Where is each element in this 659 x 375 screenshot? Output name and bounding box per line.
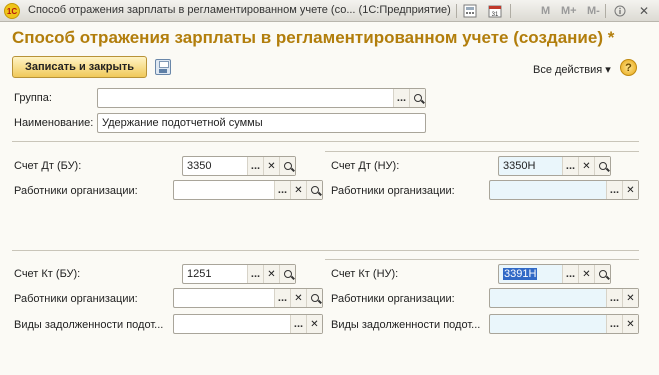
search-button[interactable] <box>594 157 610 175</box>
select-button[interactable]: ... <box>562 265 578 283</box>
search-icon <box>598 270 607 278</box>
search-icon <box>598 162 607 170</box>
credit-debt-nu-label: Виды задолженности подот... <box>331 319 481 331</box>
credit-debt-nu-field[interactable]: ... ✕ <box>489 314 639 334</box>
help-icon[interactable]: ? <box>620 59 637 76</box>
save-and-close-button[interactable]: Записать и закрыть <box>12 56 147 78</box>
search-button[interactable] <box>409 89 425 107</box>
debit-workers-nu-field[interactable]: ... ✕ <box>489 180 639 200</box>
window-titlebar: 1С Способ отражения зарплаты в регламент… <box>0 0 659 22</box>
search-icon <box>310 294 319 302</box>
credit-workers-nu-value[interactable] <box>490 289 606 307</box>
section-divider <box>325 259 639 260</box>
clear-button[interactable]: ✕ <box>622 289 638 307</box>
toolbar-separator <box>456 4 457 18</box>
clear-button[interactable]: ✕ <box>263 157 279 175</box>
clear-button[interactable]: ✕ <box>622 315 638 333</box>
credit-workers-bu-label: Работники организации: <box>14 293 138 305</box>
name-field[interactable]: Удержание подотчетной суммы <box>97 113 426 133</box>
toolbar-separator <box>510 4 511 18</box>
credit-workers-nu-field[interactable]: ... ✕ <box>489 288 639 308</box>
close-icon[interactable]: ✕ <box>636 3 652 19</box>
credit-bu-value[interactable]: 1251 <box>183 265 247 283</box>
debit-bu-label: Счет Дт (БУ): <box>14 160 82 172</box>
debit-bu-field[interactable]: 3350 ... ✕ <box>182 156 296 176</box>
clear-button[interactable]: ✕ <box>578 265 594 283</box>
calendar-icon[interactable]: 31 <box>487 3 503 19</box>
credit-bu-field[interactable]: 1251 ... ✕ <box>182 264 296 284</box>
select-button[interactable]: ... <box>247 265 263 283</box>
group-field[interactable]: ... <box>97 88 426 108</box>
memory-minus-button[interactable]: M- <box>587 3 600 19</box>
search-button[interactable] <box>306 181 322 199</box>
clear-button[interactable]: ✕ <box>578 157 594 175</box>
credit-workers-bu-value[interactable] <box>174 289 274 307</box>
group-label: Группа: <box>14 92 52 104</box>
credit-nu-field[interactable]: 3391Н ... ✕ <box>498 264 611 284</box>
credit-debt-nu-value[interactable] <box>490 315 606 333</box>
credit-nu-value-wrap[interactable]: 3391Н <box>499 265 562 283</box>
select-button[interactable]: ... <box>606 289 622 307</box>
credit-nu-label: Счет Кт (НУ): <box>331 268 399 280</box>
section-divider <box>325 151 639 152</box>
select-button[interactable]: ... <box>606 315 622 333</box>
select-button[interactable]: ... <box>274 181 290 199</box>
debit-nu-value[interactable]: 3350Н <box>499 157 562 175</box>
select-button[interactable]: ... <box>274 289 290 307</box>
search-icon <box>413 94 422 102</box>
toolbar-separator <box>605 4 606 18</box>
debit-workers-bu-label: Работники организации: <box>14 185 138 197</box>
search-icon <box>310 186 319 194</box>
credit-workers-bu-field[interactable]: ... ✕ <box>173 288 323 308</box>
section-divider <box>12 250 639 251</box>
credit-workers-nu-label: Работники организации: <box>331 293 455 305</box>
debit-workers-bu-field[interactable]: ... ✕ <box>173 180 323 200</box>
calculator-icon[interactable] <box>462 3 478 19</box>
search-button[interactable] <box>279 265 295 283</box>
search-button[interactable] <box>306 289 322 307</box>
clear-button[interactable]: ✕ <box>290 289 306 307</box>
search-icon <box>283 162 292 170</box>
debit-nu-field[interactable]: 3350Н ... ✕ <box>498 156 611 176</box>
section-divider <box>12 141 639 142</box>
select-button[interactable]: ... <box>606 181 622 199</box>
debit-bu-value[interactable]: 3350 <box>183 157 247 175</box>
search-icon <box>283 270 292 278</box>
svg-text:31: 31 <box>492 12 499 18</box>
info-icon[interactable] <box>612 3 628 19</box>
search-button[interactable] <box>594 265 610 283</box>
debit-workers-bu-value[interactable] <box>174 181 274 199</box>
search-button[interactable] <box>279 157 295 175</box>
clear-button[interactable]: ✕ <box>306 315 322 333</box>
select-button[interactable]: ... <box>562 157 578 175</box>
memory-m-button[interactable]: M <box>541 3 550 19</box>
debit-workers-nu-value[interactable] <box>490 181 606 199</box>
select-button[interactable]: ... <box>247 157 263 175</box>
group-value[interactable] <box>98 89 393 107</box>
all-actions-menu[interactable]: Все действия ▾ <box>533 63 611 76</box>
select-button[interactable]: ... <box>393 89 409 107</box>
credit-debt-bu-value[interactable] <box>174 315 290 333</box>
select-button[interactable]: ... <box>290 315 306 333</box>
app-logo-icon[interactable]: 1С <box>4 3 20 19</box>
window-title: Способ отражения зарплаты в регламентиро… <box>28 4 451 16</box>
clear-button[interactable]: ✕ <box>622 181 638 199</box>
credit-debt-bu-field[interactable]: ... ✕ <box>173 314 323 334</box>
credit-nu-value[interactable]: 3391Н <box>503 268 538 280</box>
name-value[interactable]: Удержание подотчетной суммы <box>98 114 425 132</box>
name-label: Наименование: <box>14 117 94 129</box>
credit-debt-bu-label: Виды задолженности подот... <box>14 319 164 331</box>
form-title: Способ отражения зарплаты в регламентиро… <box>12 28 615 47</box>
credit-bu-label: Счет Кт (БУ): <box>14 268 81 280</box>
memory-plus-button[interactable]: M+ <box>561 3 577 19</box>
debit-nu-label: Счет Дт (НУ): <box>331 160 400 172</box>
save-disk-icon[interactable] <box>155 59 171 75</box>
clear-button[interactable]: ✕ <box>263 265 279 283</box>
debit-workers-nu-label: Работники организации: <box>331 185 455 197</box>
clear-button[interactable]: ✕ <box>290 181 306 199</box>
